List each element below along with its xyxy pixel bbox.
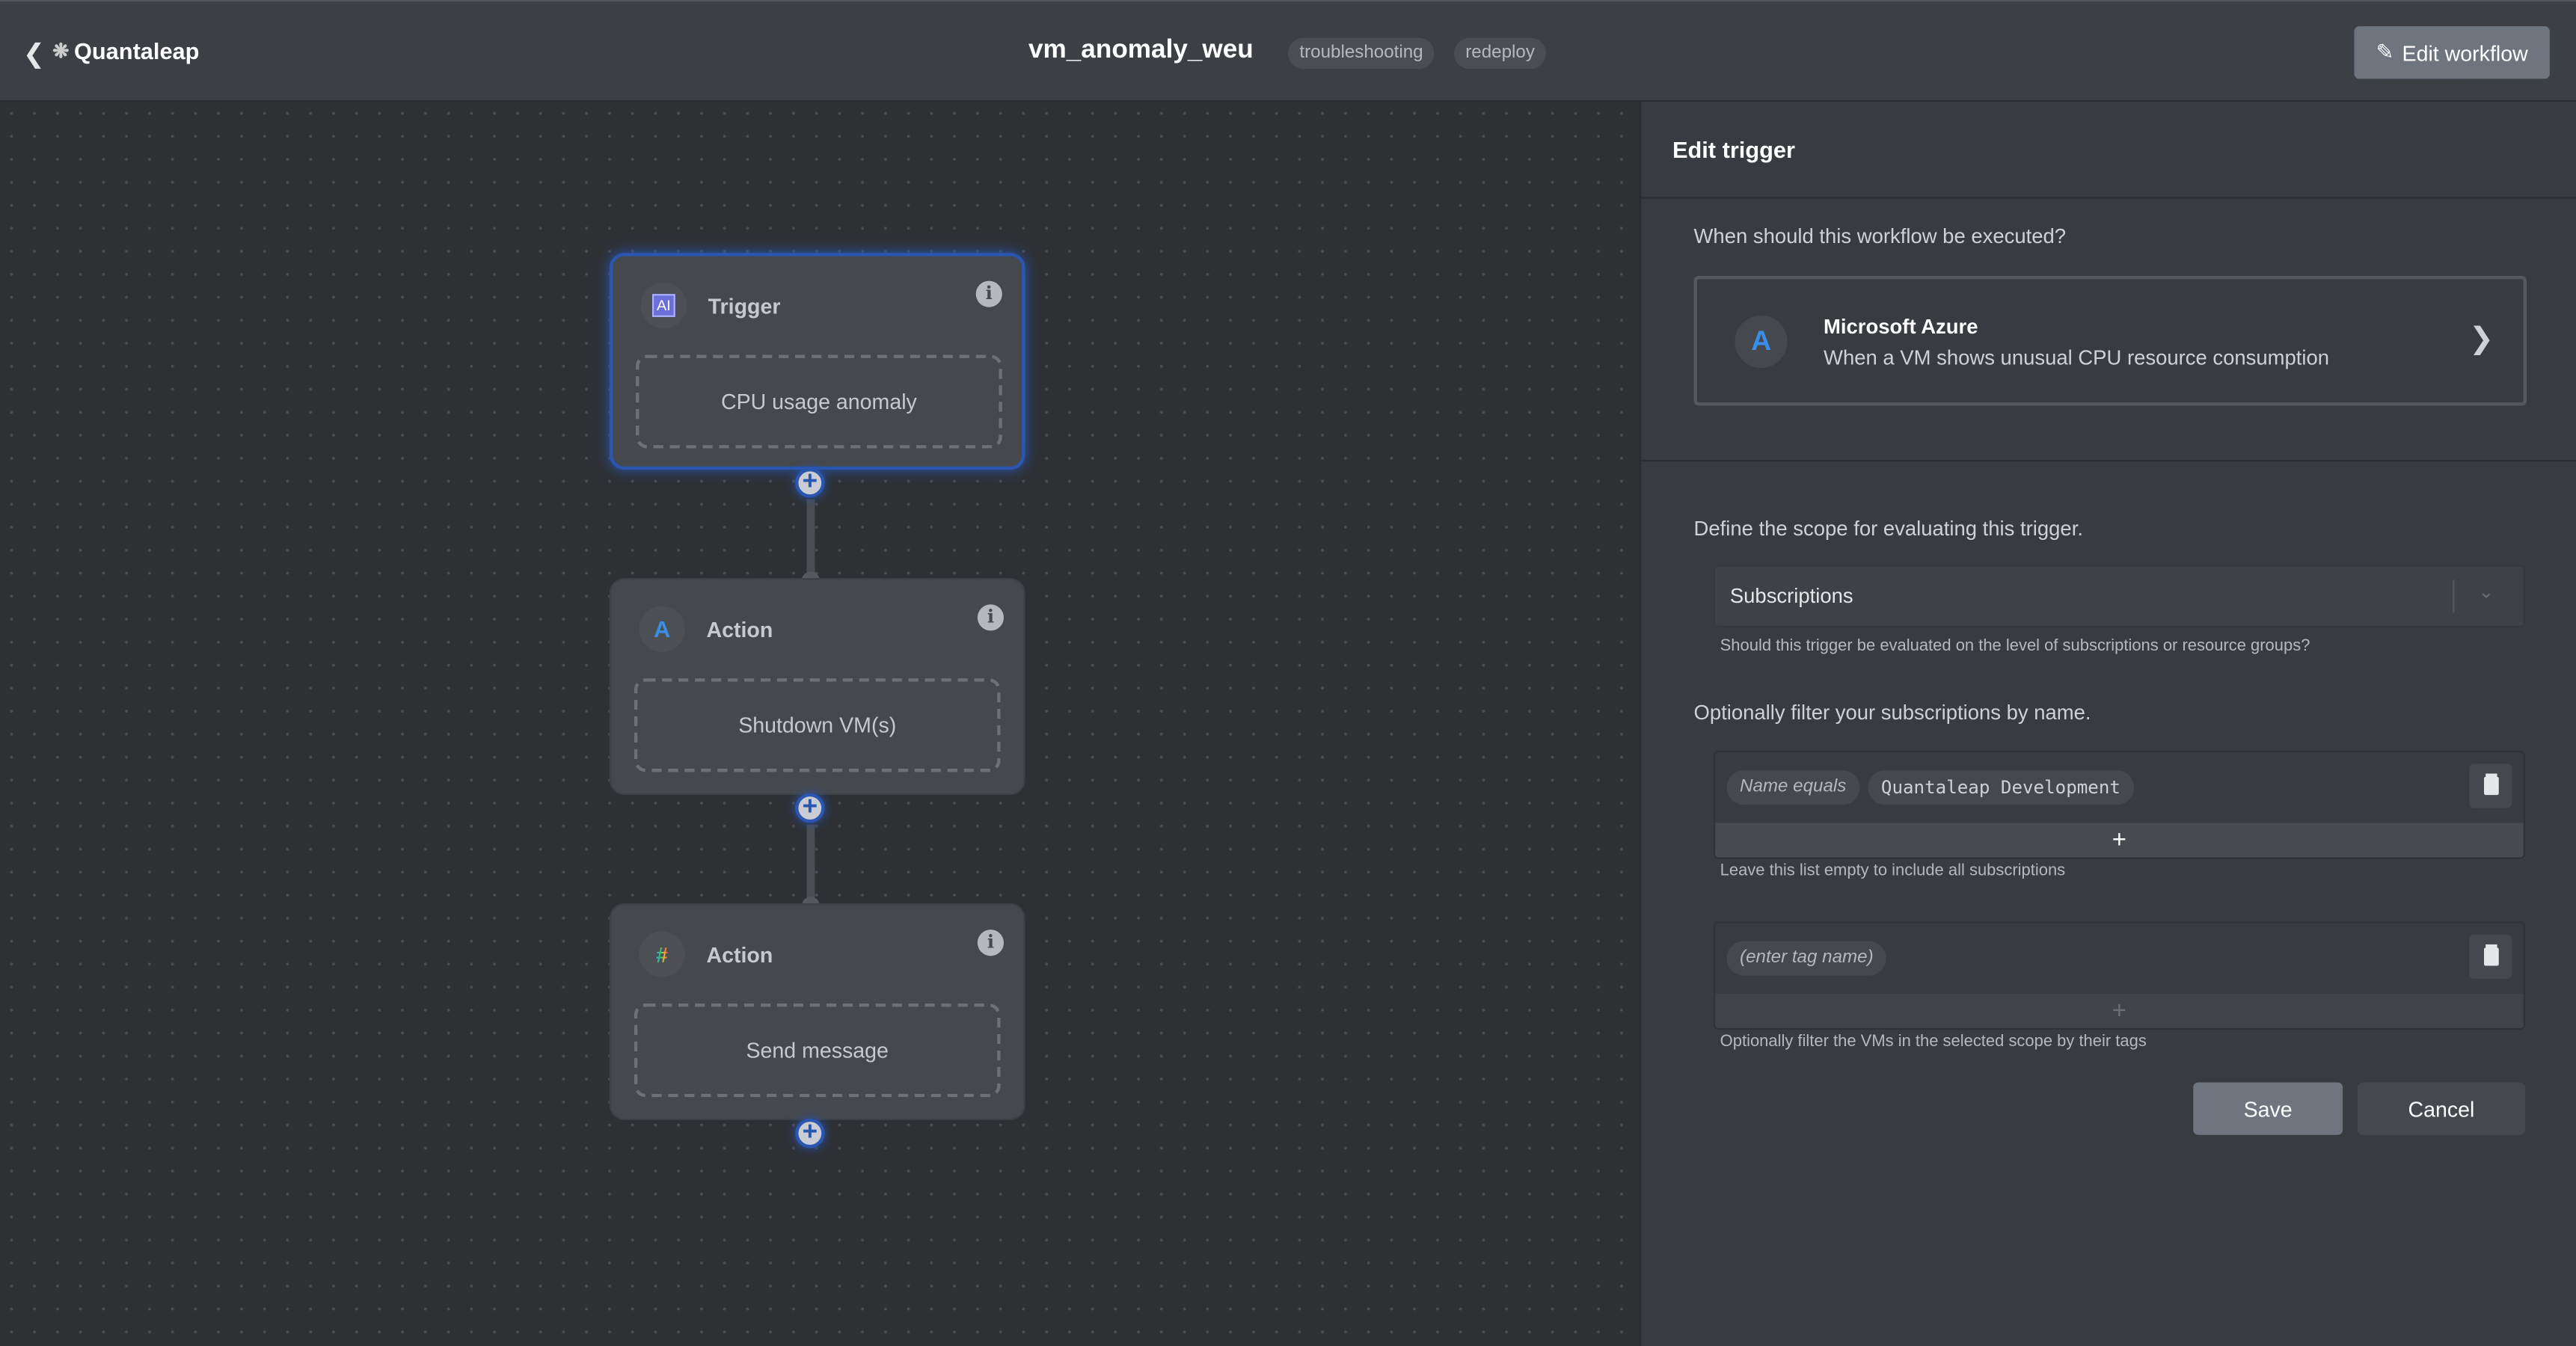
info-icon[interactable]: i [977,929,1005,956]
connector [806,824,815,904]
name-filter-label: Optionally filter your subscriptions by … [1693,701,2091,725]
node-type: Action [706,942,773,968]
azure-icon: A [1735,315,1788,369]
info-icon[interactable]: i [977,604,1005,631]
edit-workflow-button[interactable]: ✎ Edit workflow [2354,26,2550,79]
filter-operator-chip[interactable]: Name equals [1726,770,1859,805]
logo[interactable]: ❋ Quantaleap [52,38,199,64]
scope-select[interactable]: Subscriptions ⌄ [1713,565,2525,628]
chevron-left-icon[interactable]: ❮ [23,38,45,71]
add-step-button[interactable]: + [795,467,825,498]
trash-icon [2483,947,2498,966]
ai-chip-icon: AI [640,282,687,329]
trigger-node[interactable]: AI Trigger i CPU usage anomaly [609,253,1025,470]
chevron-right-icon: ❯ [2469,322,2494,355]
slack-icon: # [639,931,685,977]
node-type: Action [706,617,773,642]
add-step-button[interactable]: + [795,1118,825,1149]
filter-value-chip[interactable]: Quantaleap Development [1868,770,2134,805]
action-node[interactable]: # Action i Send message [609,903,1025,1120]
trigger-provider: Microsoft Azure [1824,315,1978,339]
scope-label: Define the scope for evaluating this tri… [1693,517,2083,541]
tag-name-input[interactable]: (enter tag name) [1726,941,1887,976]
delete-tag-filter-button[interactable] [2469,934,2512,980]
chevron-down-icon: ⌄ [2478,583,2494,603]
add-step-button[interactable]: + [795,793,825,823]
divider [2453,580,2455,613]
name-filter-help: Leave this list empty to include all sub… [1720,862,2066,881]
node-body[interactable]: CPU usage anomaly [636,354,1002,449]
add-filter-button[interactable]: + [1715,823,2524,858]
panel-title: Edit trigger [1672,136,1795,163]
edit-trigger-panel: Edit trigger When should this workflow b… [1640,102,2576,1346]
delete-filter-button[interactable] [2469,763,2512,808]
trash-icon [2483,776,2498,796]
trigger-description: When a VM shows unusual CPU resource con… [1824,346,2330,370]
connector [806,499,815,579]
header: ❮ ❋ Quantaleap vm_anomaly_weu troubleshoo… [0,0,2576,102]
scope-help: Should this trigger be evaluated on the … [1720,637,2310,656]
tag-filter-row: (enter tag name) + [1713,921,2525,1030]
divider [1641,460,2576,462]
tag-filter-help: Optionally filter the VMs in the selecte… [1720,1033,2147,1051]
logo-icon: ❋ [52,39,70,63]
node-body[interactable]: Send message [634,1004,1001,1098]
scope-value: Subscriptions [1729,584,1853,608]
divider [1641,197,2576,199]
question-label: When should this workflow be executed? [1693,224,2067,248]
save-button[interactable]: Save [2193,1082,2343,1135]
add-tag-filter-button[interactable]: + [1715,993,2524,1028]
tag-badge: redeploy [1453,37,1547,70]
node-type: Trigger [708,294,781,319]
workflow-title: vm_anomaly_weu [1028,36,1254,64]
action-node[interactable]: A Action i Shutdown VM(s) [609,578,1025,796]
node-body[interactable]: Shutdown VM(s) [634,678,1001,772]
edit-icon: ✎ [2376,39,2394,64]
trigger-selector-card[interactable]: A Microsoft Azure When a VM shows unusua… [1693,276,2527,406]
cancel-button[interactable]: Cancel [2357,1082,2525,1135]
tag-badge: troubleshooting [1288,37,1435,70]
name-filter-row: Name equals Quantaleap Development + [1713,750,2525,859]
azure-icon: A [639,606,685,652]
info-icon[interactable]: i [975,280,1002,307]
